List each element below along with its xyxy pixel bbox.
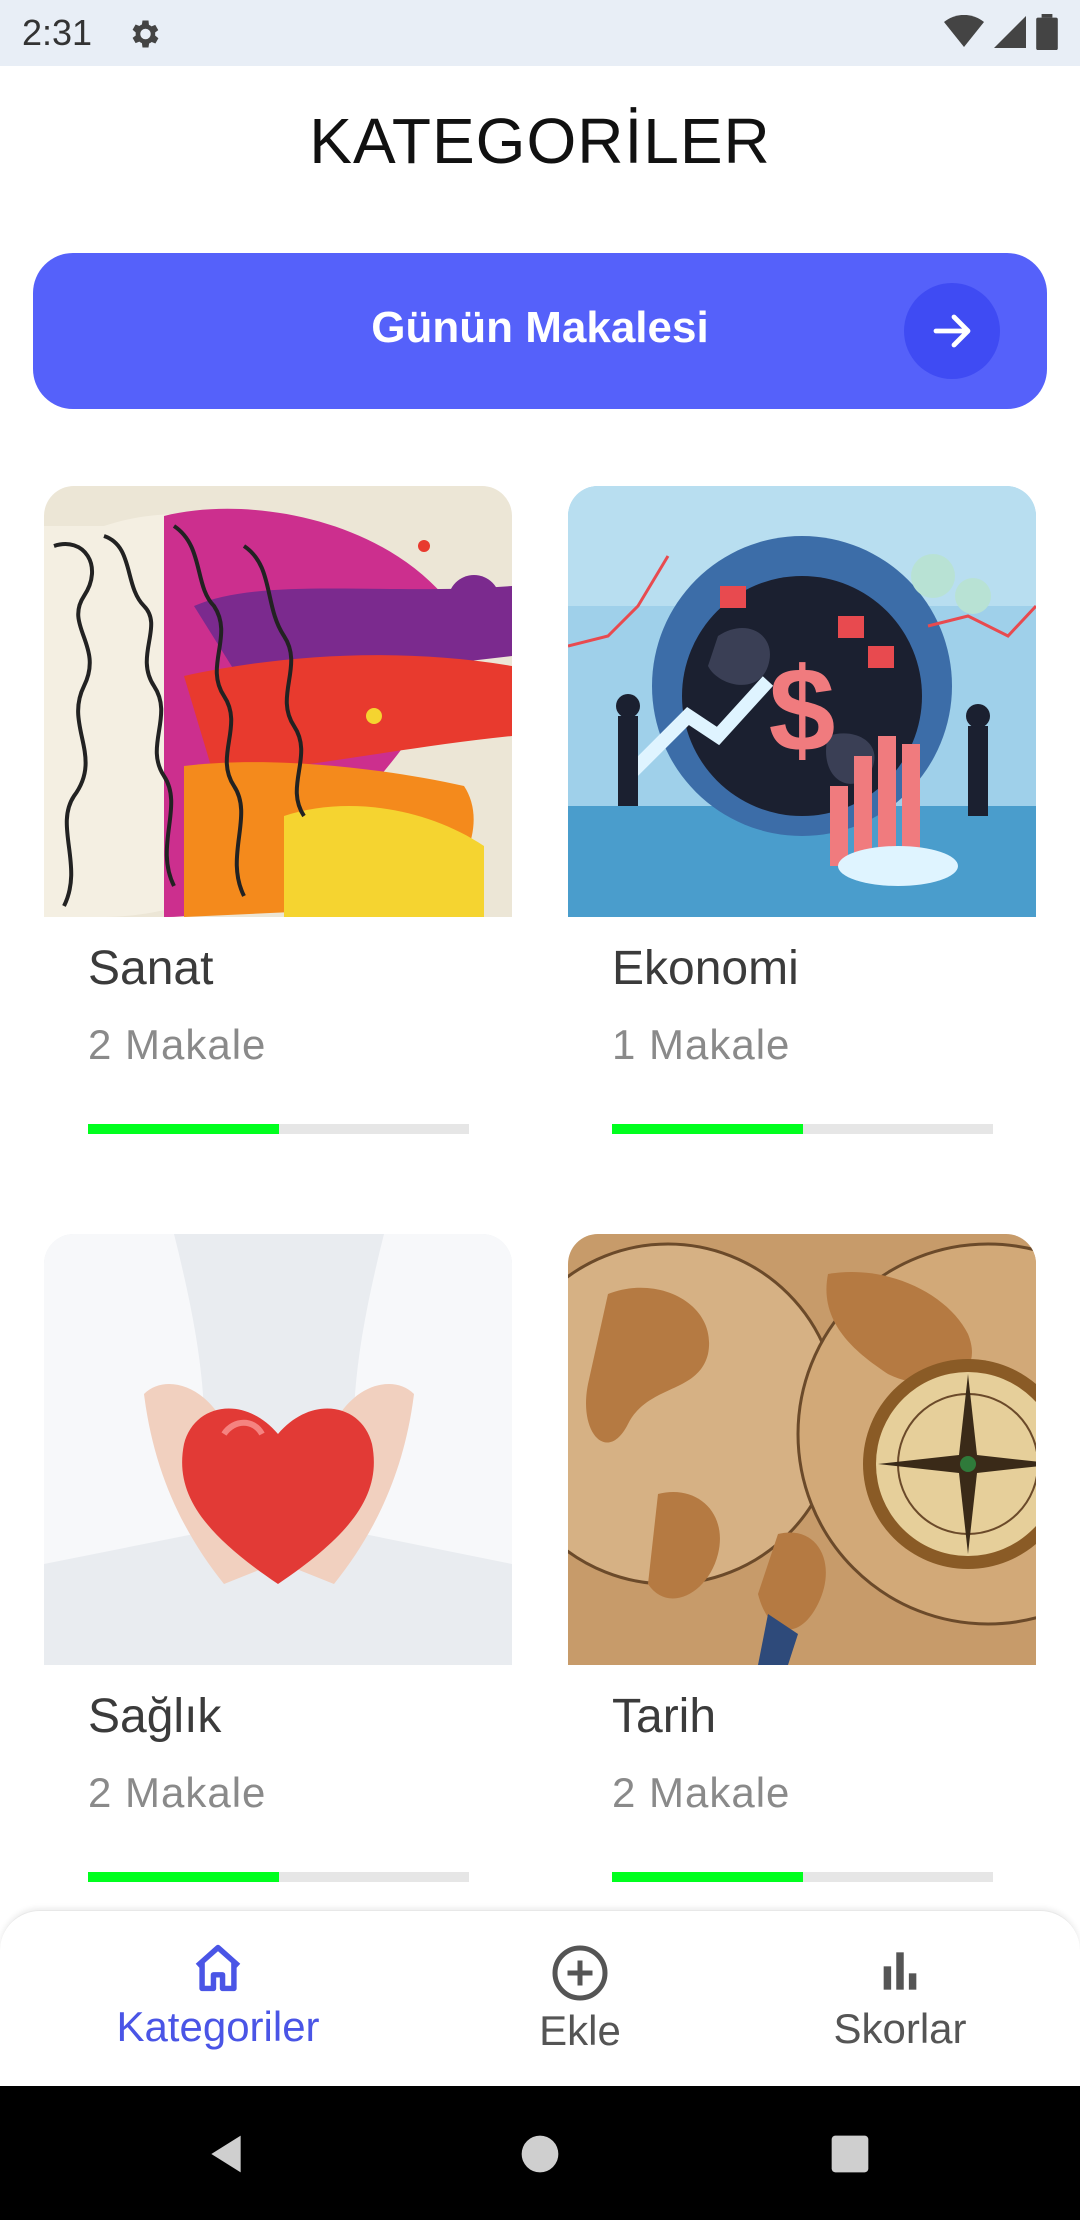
status-time: 2:31 — [22, 12, 93, 53]
article-of-the-day-button[interactable]: Günün Makalesi — [33, 253, 1047, 409]
add-circle-icon — [552, 1945, 608, 2001]
category-progress-bar — [612, 1872, 993, 1882]
nav-item-ekle[interactable]: Ekle — [440, 1911, 720, 2087]
category-article-count: 1 Makale — [612, 1021, 791, 1068]
system-navigation-bar — [0, 2086, 1080, 2220]
nav-item-skorlar[interactable]: Skorlar — [760, 1911, 1040, 2087]
category-progress-fill — [88, 1124, 279, 1134]
nav-label: Kategoriler — [116, 2003, 320, 2050]
nav-label: Ekle — [539, 2007, 621, 2054]
category-title: Tarih — [612, 1690, 717, 1743]
home-icon — [195, 1944, 241, 1992]
wifi-icon — [944, 15, 984, 47]
recents-icon[interactable] — [828, 2132, 872, 2176]
arrow-right-icon[interactable] — [904, 283, 1000, 379]
category-title: Sanat — [88, 942, 214, 995]
category-progress-fill — [612, 1124, 803, 1134]
settings-gear-icon — [132, 20, 159, 48]
svg-text:$: $ — [769, 643, 836, 777]
category-progress-bar — [612, 1124, 993, 1134]
nav-label: Skorlar — [833, 2005, 967, 2052]
battery-icon — [1036, 14, 1058, 50]
category-image-art — [44, 486, 512, 917]
status-bar: 2:31 — [0, 0, 1080, 66]
bar-chart-icon — [883, 1952, 917, 1990]
category-title: Sağlık — [88, 1690, 222, 1743]
category-image-history — [568, 1234, 1036, 1665]
nav-item-kategoriler[interactable]: Kategoriler — [78, 1911, 358, 2087]
category-article-count: 2 Makale — [88, 1021, 267, 1068]
category-article-count: 2 Makale — [612, 1769, 791, 1816]
category-progress-bar — [88, 1872, 469, 1882]
category-card-sanat[interactable]: Sanat 2 Makale — [44, 486, 512, 1166]
category-card-ekonomi[interactable]: $ Ekonomi 1 Makale — [568, 486, 1036, 1166]
banner-label: Günün Makalesi — [371, 303, 709, 352]
cell-signal-icon — [994, 16, 1026, 48]
category-progress-bar — [88, 1124, 469, 1134]
home-button-icon[interactable] — [518, 2132, 562, 2176]
page-title: KATEGORİLER — [309, 105, 771, 177]
back-icon[interactable] — [204, 2132, 248, 2176]
category-image-economy: $ — [568, 486, 1036, 917]
category-title: Ekonomi — [612, 942, 799, 995]
category-card-saglik[interactable]: Sağlık 2 Makale — [44, 1234, 512, 1914]
category-progress-fill — [612, 1872, 803, 1882]
category-progress-fill — [88, 1872, 279, 1882]
bottom-navigation: Kategoriler Ekle Skorlar — [0, 1910, 1080, 2086]
category-article-count: 2 Makale — [88, 1769, 267, 1816]
category-card-tarih[interactable]: Tarih 2 Makale — [568, 1234, 1036, 1914]
category-image-health — [44, 1234, 512, 1665]
